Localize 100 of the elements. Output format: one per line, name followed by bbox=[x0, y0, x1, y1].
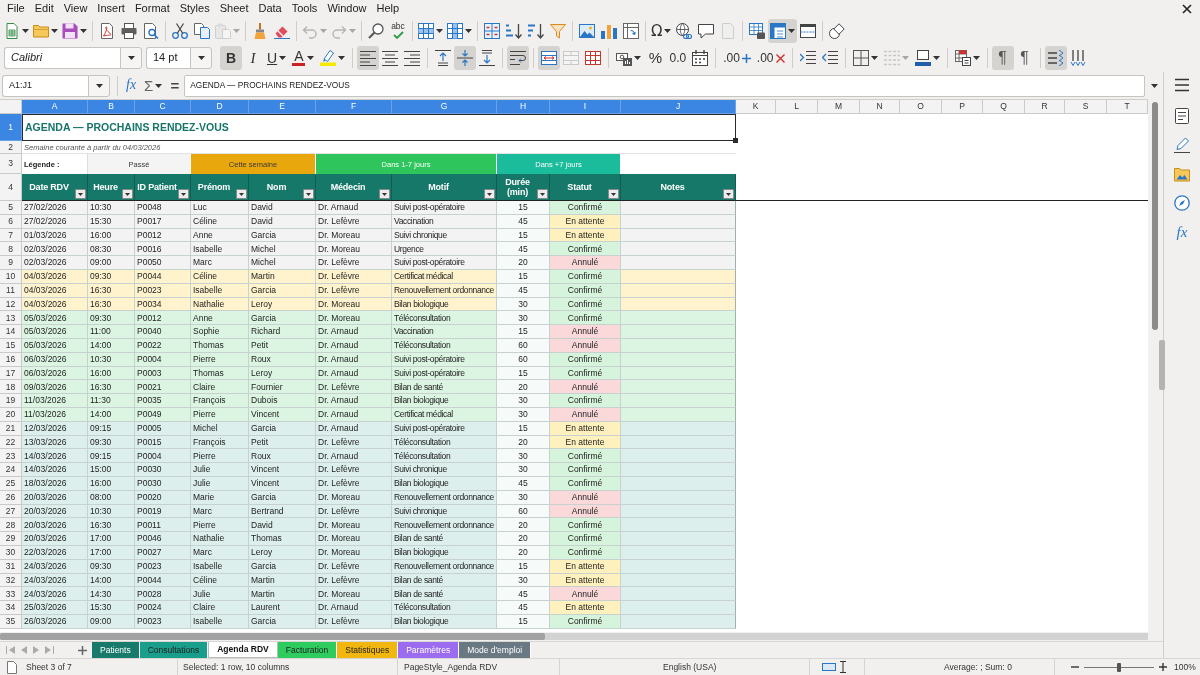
menu-item[interactable]: Insert bbox=[92, 1, 130, 16]
row-header[interactable]: 2 bbox=[0, 141, 22, 154]
column-header[interactable]: H bbox=[497, 100, 550, 114]
column-header[interactable]: O bbox=[900, 100, 942, 114]
text-left-to-right-button[interactable] bbox=[1044, 46, 1067, 70]
column-header[interactable]: N bbox=[860, 100, 900, 114]
row-header[interactable]: 5 bbox=[0, 201, 22, 215]
filter-dropdown-button[interactable] bbox=[484, 189, 495, 199]
merged-title-cell[interactable]: AGENDA — PROCHAINS RENDEZ-VOUS bbox=[22, 114, 736, 141]
menu-item[interactable]: Data bbox=[253, 1, 287, 16]
bold-button[interactable]: B bbox=[220, 46, 242, 70]
row-header[interactable]: 28 bbox=[0, 518, 22, 533]
column-header[interactable]: A bbox=[22, 100, 88, 114]
filter-dropdown-button[interactable] bbox=[122, 189, 133, 199]
row-header[interactable]: 24 bbox=[0, 463, 22, 477]
percent-format-button[interactable]: % bbox=[644, 46, 667, 70]
row-header[interactable]: 8 bbox=[0, 242, 22, 257]
zoom-level[interactable]: 100% bbox=[1174, 661, 1196, 673]
align-left-button[interactable] bbox=[357, 46, 380, 70]
sheet-tab[interactable]: Paramètres bbox=[398, 642, 460, 658]
column-header[interactable]: P bbox=[942, 100, 983, 114]
row-header[interactable]: 19 bbox=[0, 394, 22, 408]
italic-button[interactable]: I bbox=[242, 46, 264, 70]
column-header[interactable]: M bbox=[818, 100, 860, 114]
column-header[interactable]: C bbox=[135, 100, 191, 114]
fill-handle[interactable] bbox=[733, 138, 738, 143]
column-header[interactable]: Q bbox=[983, 100, 1025, 114]
sheet-tab[interactable]: Mode d'emploi bbox=[459, 642, 532, 658]
menu-item[interactable]: View bbox=[58, 1, 93, 16]
column-header[interactable]: T bbox=[1107, 100, 1148, 114]
sum-button[interactable]: Σ bbox=[141, 74, 166, 97]
align-middle-button[interactable] bbox=[454, 46, 477, 70]
column-header[interactable]: I bbox=[550, 100, 621, 114]
column-header[interactable]: K bbox=[736, 100, 776, 114]
freeze-panes-button[interactable] bbox=[768, 18, 798, 43]
formula-button[interactable]: = bbox=[167, 74, 183, 97]
horizontal-scrollbar[interactable] bbox=[0, 633, 1148, 640]
slider-thumb[interactable] bbox=[1117, 662, 1121, 672]
filter-dropdown-button[interactable] bbox=[236, 189, 247, 199]
row-header[interactable]: 29 bbox=[0, 532, 22, 546]
function-wizard-button[interactable]: fx bbox=[123, 74, 140, 97]
add-decimal-button[interactable]: .00 bbox=[720, 46, 754, 70]
zoom-in-button[interactable] bbox=[1157, 661, 1169, 673]
sheet-tab[interactable]: Statistiques bbox=[337, 642, 399, 658]
left-to-right-button[interactable]: ¶ bbox=[991, 46, 1014, 70]
menu-item[interactable]: File bbox=[2, 1, 30, 16]
special-character-button[interactable]: Ω bbox=[649, 18, 674, 43]
menu-item[interactable]: Format bbox=[129, 1, 175, 16]
filter-dropdown-button[interactable] bbox=[723, 189, 734, 199]
row-header[interactable]: 23 bbox=[0, 449, 22, 464]
menu-item[interactable]: Tools bbox=[286, 1, 323, 16]
row-header[interactable]: 13 bbox=[0, 311, 22, 326]
number-format-button[interactable]: 0.0 bbox=[666, 46, 690, 70]
delete-decimal-button[interactable]: .00 bbox=[753, 46, 788, 70]
dropdown-button[interactable] bbox=[190, 47, 212, 69]
menu-item[interactable]: Styles bbox=[174, 1, 215, 16]
scrollbar-thumb[interactable] bbox=[1152, 102, 1158, 330]
sheet-tab[interactable]: Patients bbox=[92, 642, 140, 658]
sidebar-collapse-handle[interactable] bbox=[1159, 340, 1165, 390]
underline-button[interactable]: U bbox=[264, 46, 290, 70]
column-header[interactable]: D bbox=[191, 100, 249, 114]
column-header[interactable]: G bbox=[392, 100, 497, 114]
filter-dropdown-button[interactable] bbox=[303, 189, 314, 199]
column-header[interactable]: B bbox=[88, 100, 135, 114]
formula-input-field[interactable]: AGENDA — PROCHAINS RENDEZ-VOUS bbox=[184, 74, 1145, 97]
column-header[interactable]: S bbox=[1065, 100, 1107, 114]
row-header[interactable]: 18 bbox=[0, 380, 22, 395]
name-box-field[interactable]: A1:J1 bbox=[2, 74, 88, 97]
filter-dropdown-button[interactable] bbox=[379, 189, 390, 199]
column-header[interactable]: R bbox=[1025, 100, 1065, 114]
dropdown-button[interactable] bbox=[120, 47, 142, 69]
dropdown-button[interactable] bbox=[88, 74, 110, 97]
row-header[interactable]: 1 bbox=[0, 114, 22, 141]
filter-dropdown-button[interactable] bbox=[608, 189, 619, 199]
filter-dropdown-button[interactable] bbox=[537, 189, 548, 199]
font-size-field[interactable]: 14 pt bbox=[146, 47, 190, 69]
font-name-field[interactable]: Calibri bbox=[4, 47, 120, 69]
sheet-tab[interactable]: Consultations bbox=[139, 642, 209, 658]
menu-item[interactable]: Window bbox=[322, 1, 372, 16]
menu-item[interactable]: Help bbox=[371, 1, 405, 16]
spelling-button[interactable]: abc bbox=[387, 18, 409, 43]
column-header[interactable]: L bbox=[776, 100, 818, 114]
menu-item[interactable]: Sheet bbox=[214, 1, 254, 16]
row-header[interactable]: 33 bbox=[0, 587, 22, 602]
close-document-button[interactable] bbox=[1182, 3, 1192, 14]
wrap-text-button[interactable] bbox=[507, 46, 530, 70]
menu-item[interactable]: Edit bbox=[29, 1, 59, 16]
filter-dropdown-button[interactable] bbox=[178, 189, 189, 199]
column-header[interactable]: E bbox=[249, 100, 316, 114]
merge-center-button[interactable] bbox=[538, 46, 561, 70]
row-header[interactable]: 9 bbox=[0, 256, 22, 270]
row-header[interactable]: 34 bbox=[0, 601, 22, 615]
sheet-tab[interactable]: Facturation bbox=[277, 642, 338, 658]
right-to-left-button[interactable]: ¶ bbox=[1013, 46, 1036, 70]
language[interactable]: English (USA) bbox=[560, 659, 810, 675]
filter-dropdown-button[interactable] bbox=[75, 189, 86, 199]
column-header[interactable]: F bbox=[316, 100, 392, 114]
font-color-button[interactable]: A bbox=[289, 46, 318, 70]
row-header[interactable]: 4 bbox=[0, 174, 22, 201]
sheet-tab[interactable]: Agenda RDV bbox=[208, 642, 278, 658]
